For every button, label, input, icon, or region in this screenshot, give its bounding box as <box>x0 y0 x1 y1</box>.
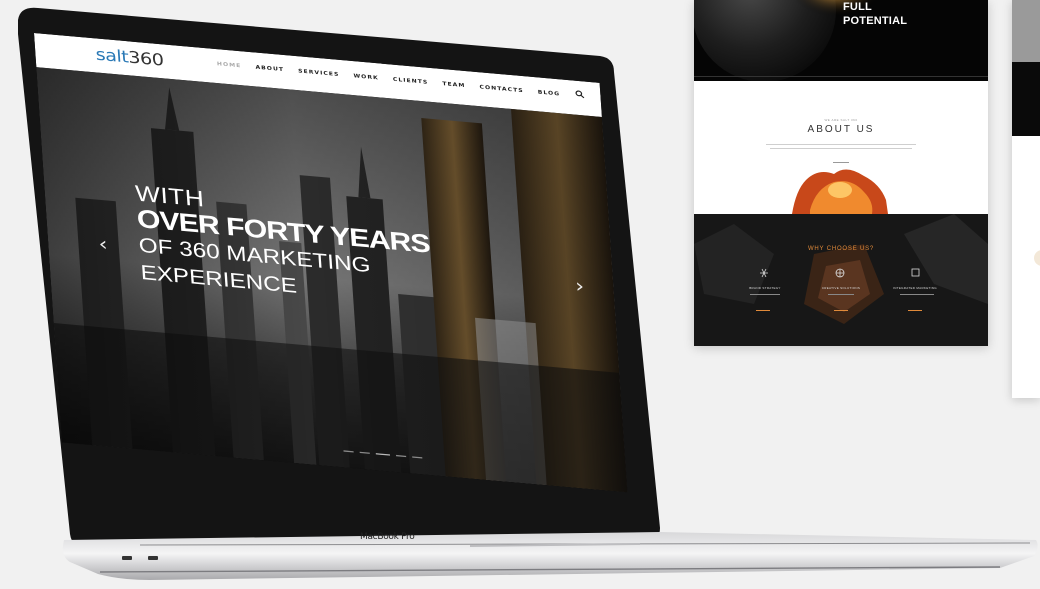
nav-item-team[interactable]: TEAM <box>442 81 465 89</box>
nav-item-blog[interactable]: BLOG <box>538 89 561 97</box>
cropped-preview-image <box>1012 0 1040 398</box>
logo-accent: salt <box>95 45 129 67</box>
nav-item-contacts[interactable]: CONTACTS <box>479 84 523 94</box>
chevron-left-icon[interactable]: ‹ <box>98 234 108 256</box>
logo-dark: 360 <box>127 48 165 70</box>
nav-item-work[interactable]: WORK <box>353 73 379 81</box>
panel-hero-line-1: FULL <box>843 1 872 13</box>
nav-item-home[interactable]: HOME <box>217 61 242 69</box>
website-preview-panel: FULL POTENTIAL WE ARE SALT 360 ABOUT US … <box>694 0 988 346</box>
nav-item-about[interactable]: ABOUT <box>255 64 284 72</box>
panel-hero: FULL POTENTIAL <box>694 0 988 81</box>
nav-item-services[interactable]: SERVICES <box>298 68 340 78</box>
feature-title-3: INTEGRATED MARKETING <box>893 286 937 290</box>
cropped-preview-panel <box>1012 0 1040 398</box>
chevron-right-icon[interactable]: › <box>575 276 585 298</box>
why-choose-title: WHY CHOOSE US? <box>807 246 875 252</box>
feature-title-1: BRAND STRATEGY <box>749 286 781 290</box>
about-section-body <box>766 144 916 214</box>
planet-image <box>694 0 988 81</box>
about-eyebrow: WE ARE SALT 360 <box>824 118 858 122</box>
features-row <box>750 268 934 311</box>
hero-banner: WITH OVER FORTY YEARS OF 360 MARKETING E… <box>36 67 628 493</box>
feature-title-2: CREATIVE SOLUTIONS <box>821 286 861 290</box>
laptop-screen: salt360 HOME ABOUT SERVICES WORK CLIENTS… <box>34 33 628 493</box>
nav-item-clients[interactable]: CLIENTS <box>393 76 429 85</box>
about-title: ABOUT US <box>807 124 875 135</box>
laptop-brand-label: MacBook Pro <box>360 532 415 542</box>
panel-hero-line-2: POTENTIAL <box>843 15 908 27</box>
search-icon[interactable] <box>575 90 585 99</box>
site-logo[interactable]: salt360 <box>95 45 164 70</box>
city-skyline-image <box>36 67 628 493</box>
